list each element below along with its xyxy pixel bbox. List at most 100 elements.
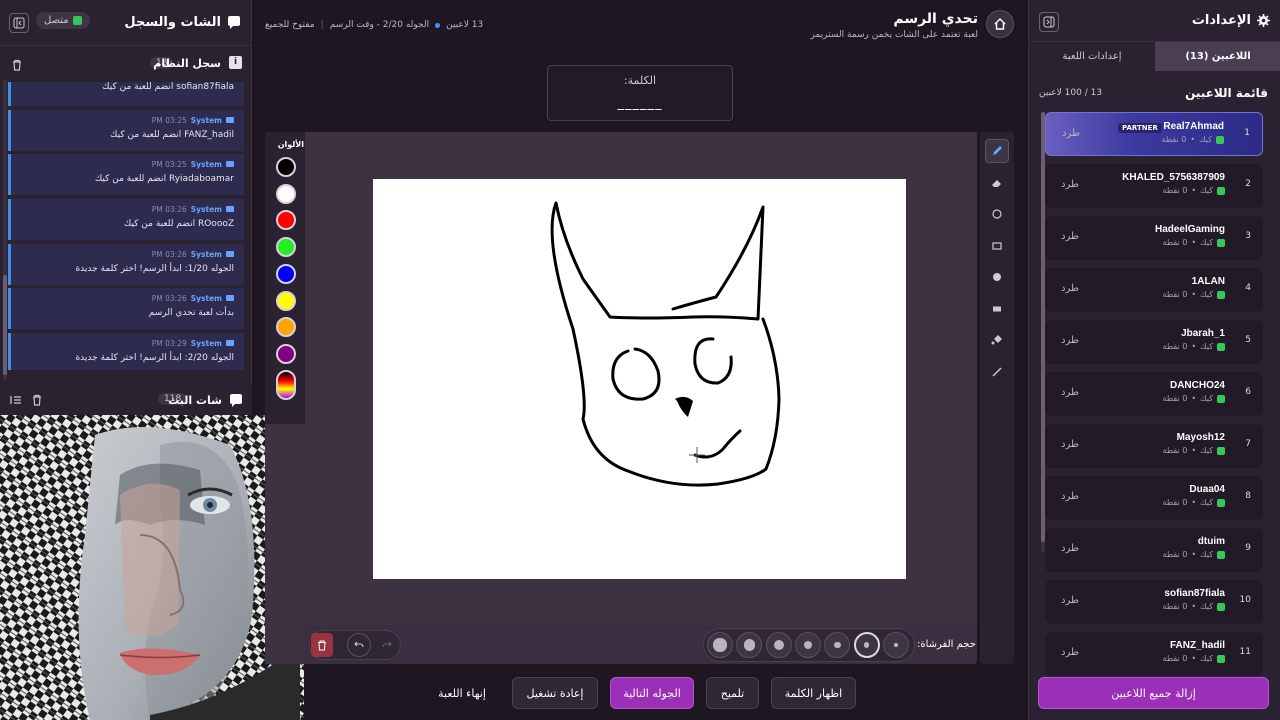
filled-circle-tool[interactable] [985,265,1009,289]
fill-tool[interactable] [985,328,1009,352]
chat-panel-header: متصل الشات والسجل [0,0,251,46]
open-status: مفتوح للجميع [265,20,315,30]
log-time: 03:26 PM [151,249,187,259]
custom-color-picker[interactable] [276,370,296,400]
kick-player-button[interactable]: طرد [1061,595,1079,606]
clear-canvas-button[interactable] [311,633,333,657]
player-points: 0 نقطة [1162,550,1188,559]
color-swatch[interactable] [276,263,296,284]
filled-rectangle-tool[interactable] [985,297,1009,321]
kick-player-button[interactable]: طرد [1061,543,1079,554]
chat-icon [228,16,240,29]
kick-player-button[interactable]: طرد [1061,335,1079,346]
end-game-button[interactable]: إنهاء اللعبة [426,677,498,709]
kick-player-button[interactable]: طرد [1062,128,1080,139]
player-points: 0 نقطة [1162,602,1188,611]
player-platform: كيك [1200,290,1213,299]
cat-drawing [550,201,781,487]
players-list-count: 13 / 100 لاعبين [1039,88,1103,98]
player-rank: 10 [1239,595,1251,605]
kick-icon [1217,498,1225,507]
log-message: System 03:26 PM بدأت لعبة تحدي الرسم [8,288,244,330]
player-card: 7 Mayosh12 كيك • 0 نقطة طرد [1045,424,1263,468]
kick-icon [1217,654,1225,663]
player-card: 5 Jbarah_1 كيك • 0 نقطة طرد [1045,320,1263,364]
sidebar-toggle-icon[interactable] [10,395,22,405]
kick-player-button[interactable]: طرد [1061,439,1079,450]
brush-size-option[interactable] [824,632,851,658]
drawing-canvas[interactable] [373,179,906,579]
kick-player-button[interactable]: طرد [1061,647,1079,658]
system-log-header: 18 سجل النظام i [0,46,251,80]
kick-player-button[interactable]: طرد [1061,231,1079,242]
player-platform: كيك [1200,550,1213,559]
log-message: sofian87fiala انضم للعبة من كيك [8,82,244,106]
color-swatch[interactable] [276,290,296,311]
webcam-image [0,415,304,720]
paint-bucket-icon [991,335,1002,345]
color-swatch[interactable] [276,343,296,364]
log-scroll-thumb[interactable] [3,275,7,375]
brush-dot-icon [713,638,727,652]
player-name: Real7Ahmad [1163,121,1224,132]
color-swatch[interactable] [276,237,296,258]
redo-button[interactable] [375,633,399,657]
rectangle-tool[interactable] [985,234,1009,258]
brush-size-option[interactable] [882,632,909,658]
pen-tool[interactable] [985,139,1009,163]
bot-icon [226,295,234,302]
player-card: 8 Duaa04 كيك • 0 نقطة طرد [1045,476,1263,520]
home-button[interactable] [986,10,1014,38]
players-list-title: قائمة اللاعبين [1185,86,1268,100]
player-platform: كيك [1200,342,1213,351]
color-swatch[interactable] [276,183,296,204]
brush-size-option[interactable] [853,632,880,658]
player-platform: كيك [1200,238,1213,247]
status-dot [435,22,441,28]
collapse-panel-button[interactable] [1039,12,1059,32]
circle-tool[interactable] [985,202,1009,226]
brush-size-option[interactable] [707,632,733,658]
player-name: Duaa04 [1189,484,1225,495]
player-rank: 4 [1245,283,1251,293]
brush-bar: حجم الفرشاة: [305,625,977,665]
reveal-word-button[interactable]: اظهار الكلمة [771,677,856,709]
stream-chat-title: شات البث [168,394,222,407]
game-status-bar: 13 لاعبين الجوله 2/20 - وقت الرسم | مفتو… [265,20,484,30]
tab-players[interactable]: اللاعبين (13) [1155,42,1280,71]
trash-icon[interactable] [31,394,43,406]
restart-button[interactable]: إعادة تشغيل [512,677,598,709]
brush-size-option[interactable] [765,632,792,658]
log-scrollbar[interactable] [3,80,7,380]
kick-player-button[interactable]: طرد [1061,179,1079,190]
collapse-icon [1043,16,1055,28]
line-icon [992,367,1002,377]
circle-outline-icon [992,209,1002,219]
undo-button[interactable] [347,633,371,657]
kick-player-button[interactable]: طرد [1061,283,1079,294]
player-name: Mayosh12 [1176,432,1225,443]
player-info: كيك • 0 نقطة [1163,602,1225,611]
game-title: تحدي الرسم [893,11,978,27]
redo-icon [382,641,392,648]
eraser-tool[interactable] [985,171,1009,195]
player-name: Jbarah_1 [1181,328,1225,339]
kick-player-button[interactable]: طرد [1061,491,1079,502]
hint-button[interactable]: تلميح [706,677,759,709]
next-round-button[interactable]: الجوله التالية [610,677,694,709]
brush-size-option[interactable] [794,632,821,658]
color-swatch[interactable] [276,157,296,177]
player-card: 1 Real7Ahmad كيك • 0 نقطة طرد PARTNER [1045,112,1263,156]
line-tool[interactable] [985,360,1009,384]
trash-icon[interactable] [11,59,23,71]
remove-all-players-button[interactable]: إزالة جميع اللاعبين [1038,677,1269,709]
status-text: متصل [44,15,69,26]
tool-panel [980,132,1014,664]
collapse-panel-button[interactable] [9,13,29,33]
settings-title: الإعدادات [1191,13,1251,28]
board-side-strip [265,424,305,664]
bot-icon [226,116,234,123]
brush-dot-icon [803,640,813,650]
kick-player-button[interactable]: طرد [1061,387,1079,398]
tab-game-settings[interactable]: إعدادات اللعبة [1029,42,1155,71]
